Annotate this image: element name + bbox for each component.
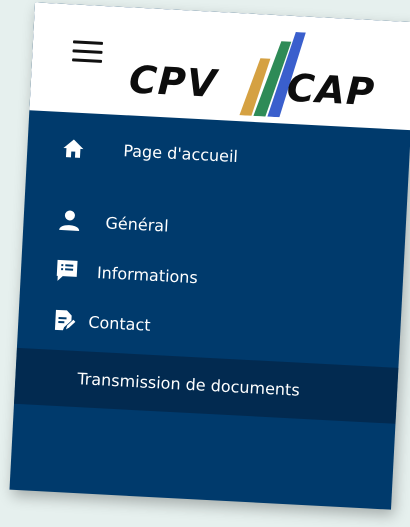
screenshot-stage: CPV CAP Page d'accueil Général Informati… [0,0,410,527]
home-icon [63,139,84,158]
document-edit-icon [54,309,76,331]
menu-item-label: Contact [87,312,152,335]
menu-item-label: Transmission de documents [76,369,301,400]
menu-item-label: Informations [96,262,199,288]
menu-item-home[interactable]: Page d'accueil [25,124,410,206]
logo-text-left: CPV [127,57,219,106]
sidebar-menu: Page d'accueil Général Informations Cont… [13,110,410,424]
hamburger-icon[interactable] [71,40,104,64]
logo-text-right: CAP [285,65,377,115]
navigation-panel: CPV CAP Page d'accueil Général Informati… [9,2,410,510]
cpv-cap-logo[interactable]: CPV CAP [126,17,400,123]
user-icon [59,210,80,231]
header: CPV CAP [29,2,410,131]
menu-item-label: Page d'accueil [122,141,239,167]
menu-item-label: Général [105,213,170,236]
list-message-icon [56,259,78,281]
